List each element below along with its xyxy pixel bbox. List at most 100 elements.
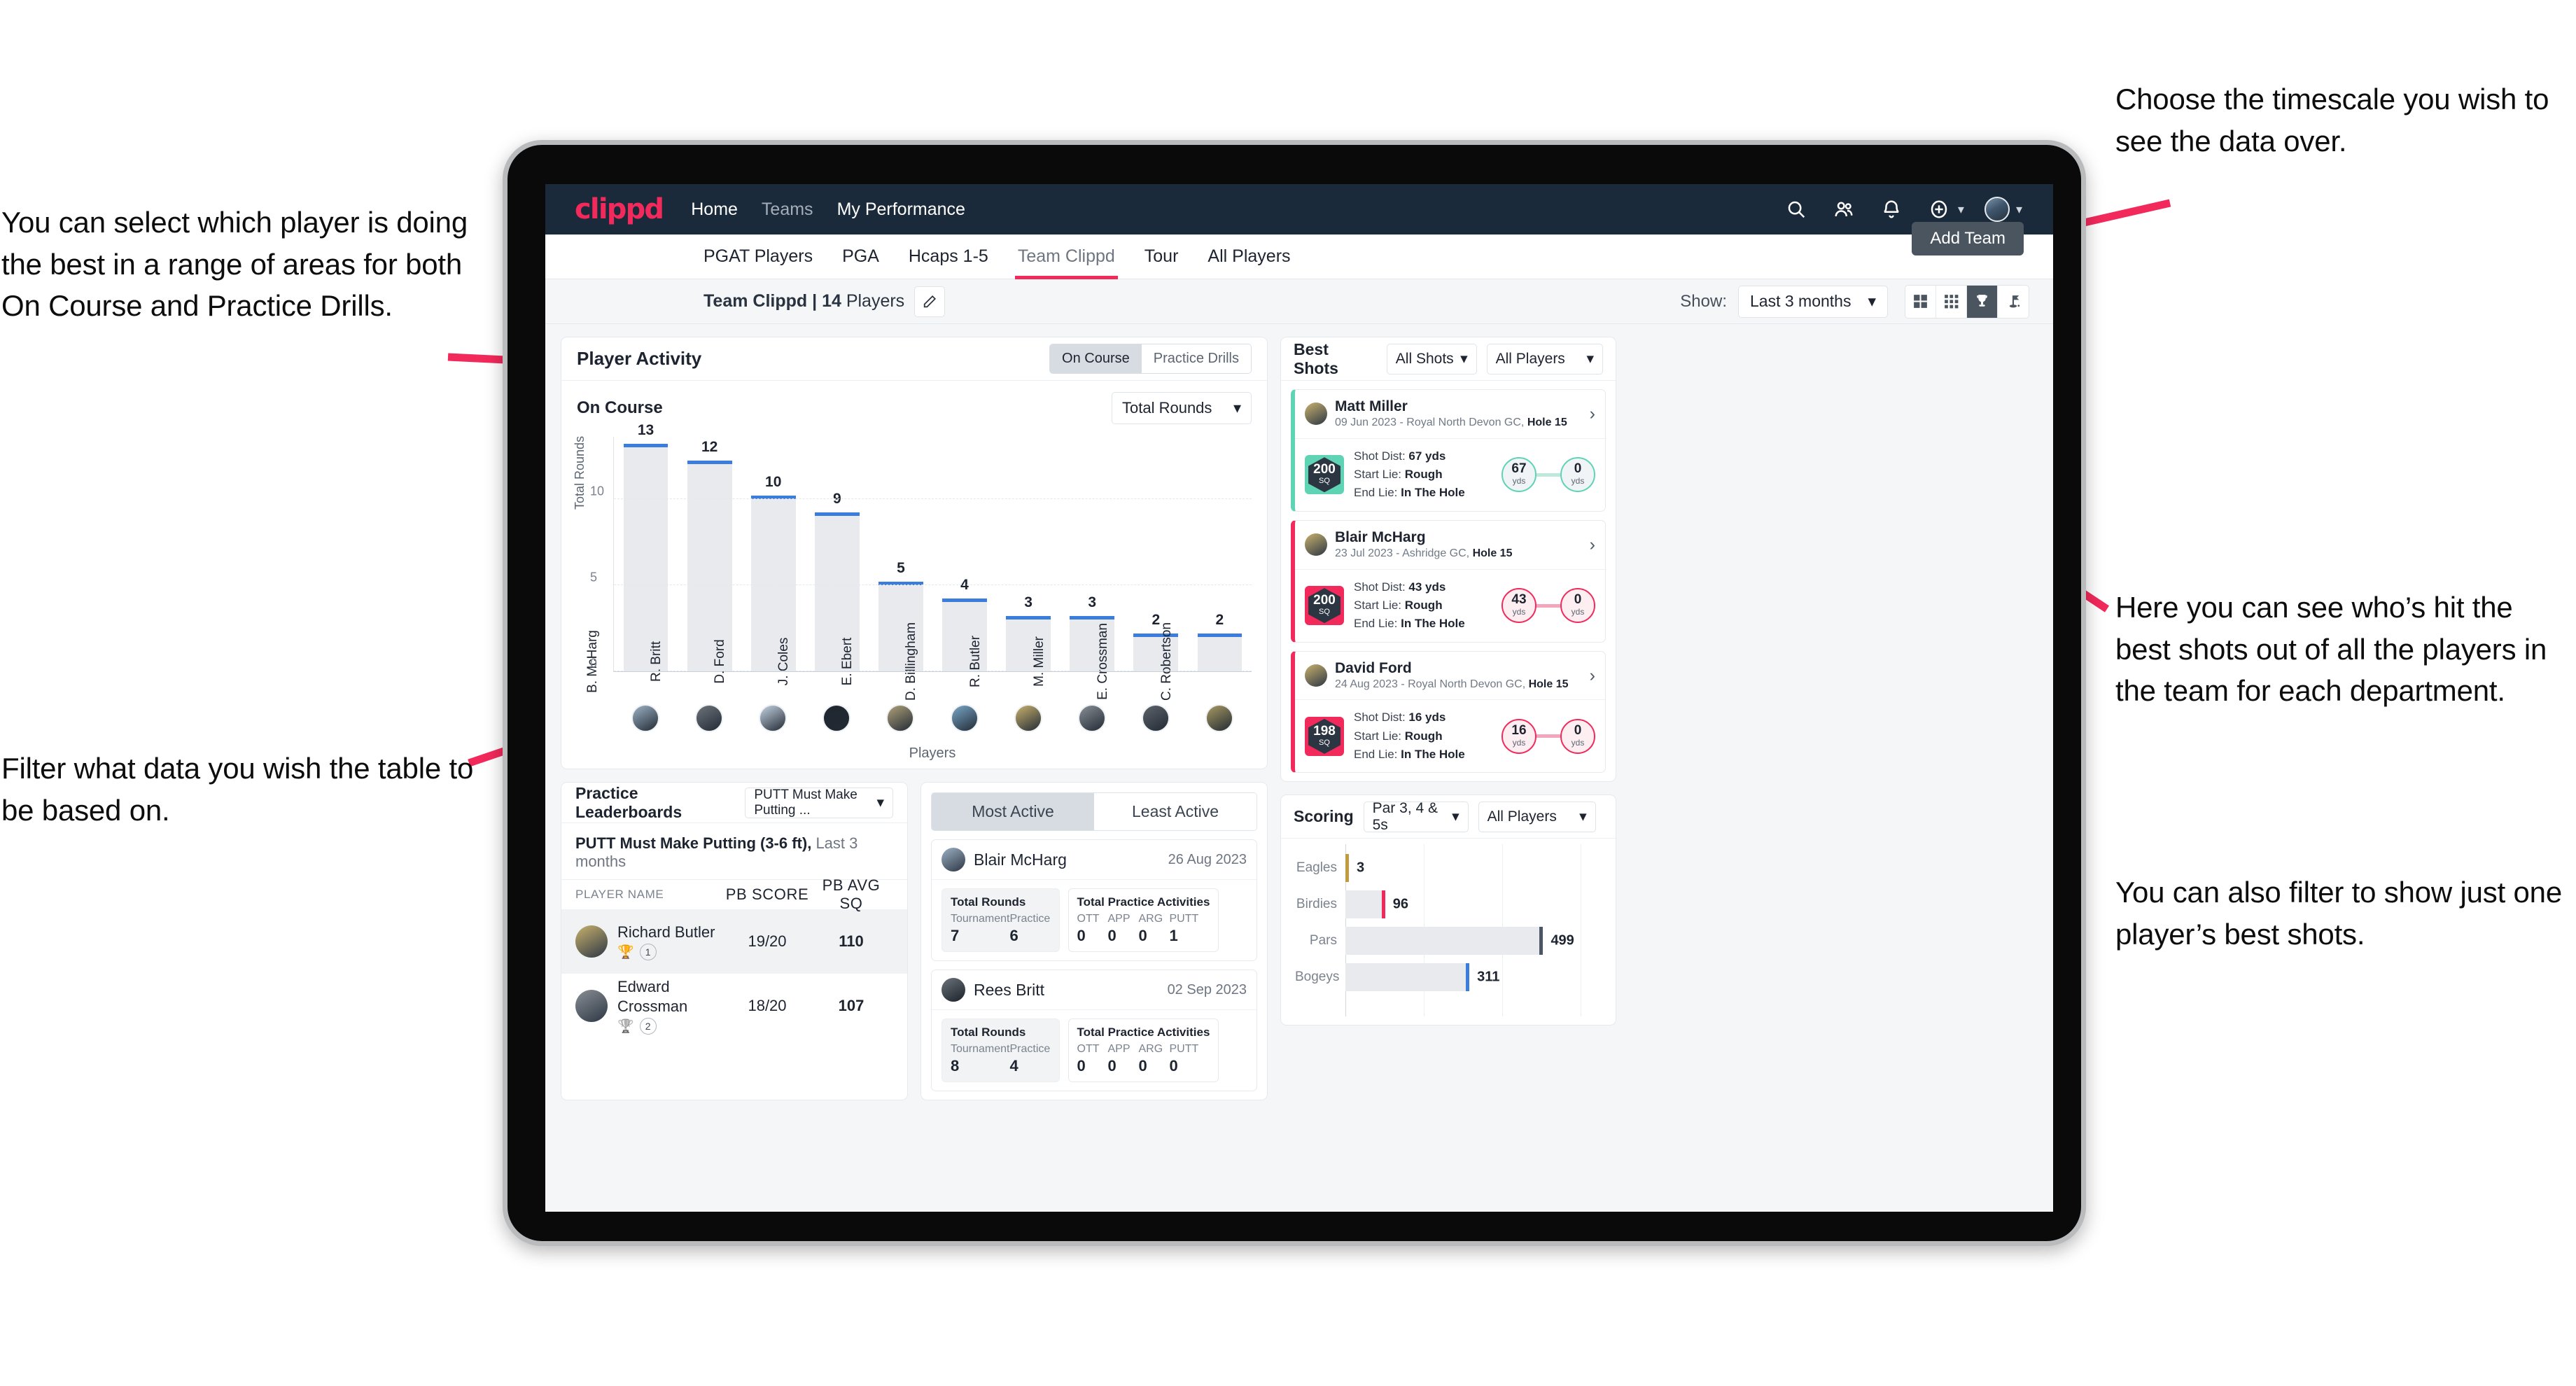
view-grid-large-icon[interactable] (1905, 285, 1936, 318)
chart-x-tick-wrap: C. Robertson (1159, 526, 1185, 701)
list-item[interactable]: David Ford 24 Aug 2023 - Royal North Devo… (1291, 650, 1606, 774)
practice-activities-values: OTT 0 APP 0 (1077, 1043, 1210, 1075)
view-flag-icon[interactable] (1998, 286, 2029, 318)
view-trophy-icon[interactable] (1967, 285, 1998, 318)
view-grid-small-icon[interactable] (1936, 285, 1967, 318)
practice-leaderboards-subtitle: PUTT Must Make Putting (3-6 ft), Last 3 … (561, 823, 907, 880)
table-row[interactable]: Edward Crossman 🏆 2 18/20 107 (561, 974, 907, 1038)
start-lie-value: Rough (1404, 468, 1443, 482)
drill-title: PUTT Must Make Putting (3-6 ft), (575, 834, 812, 852)
chart-avatar-cell[interactable] (613, 704, 677, 732)
tab-pgat-players[interactable]: PGAT Players (704, 234, 813, 279)
start-lie-line: Start Lie: Rough (1354, 596, 1465, 615)
end-lie-line: End Lie: In The Hole (1354, 484, 1465, 502)
shot-card-body: 198 SQ Shot Dist: 16 yds Start Lie: Rough En… (1295, 700, 1605, 772)
edit-pencil-icon[interactable] (914, 286, 946, 317)
putt-stat: PUTT 0 (1170, 1043, 1200, 1075)
leaderboard-player-info: Richard Butler 🏆 1 (617, 923, 715, 961)
chevron-right-icon[interactable]: › (1590, 404, 1595, 424)
players-filter-select[interactable]: All Players ▾ (1486, 343, 1603, 374)
chart-avatar-cell[interactable] (932, 704, 996, 732)
par-filter-select[interactable]: Par 3, 4 & 5s ▾ (1363, 799, 1469, 833)
tab-hcaps-1-5[interactable]: Hcaps 1-5 (909, 234, 988, 279)
tab-most-active[interactable]: Most Active (932, 793, 1094, 830)
tab-tour[interactable]: Tour (1144, 234, 1179, 279)
players-word: Players (841, 291, 905, 311)
chevron-down-icon[interactable]: ▾ (1958, 202, 1964, 217)
shot-card-identity: Matt Miller 09 Jun 2023 - Royal North Dev… (1335, 398, 1567, 430)
shot-score: 200 (1313, 592, 1336, 608)
player-name: Blair McHarg (1335, 528, 1426, 545)
stat-value: 0 (1107, 1057, 1116, 1074)
list-item[interactable]: Matt Miller 09 Jun 2023 - Royal North Dev… (1291, 389, 1606, 512)
chart-x-tick: D. Ford (713, 639, 728, 684)
chart-bar-group[interactable]: C. Robertson 2 (1159, 437, 1252, 701)
list-item[interactable]: Blair McHarg 26 Aug 2023 Total Rounds To… (931, 839, 1257, 961)
lower-left-row: Practice Leaderboards PUTT Must Make Put… (561, 782, 1268, 1100)
nav-link-teams[interactable]: Teams (762, 200, 813, 220)
avatar (575, 925, 608, 958)
practice-leaderboards-title: Practice Leaderboards (575, 783, 682, 821)
par-filter-value: Par 3, 4 & 5s (1372, 799, 1438, 833)
list-item[interactable]: Blair McHarg 23 Jul 2023 - Ashridge GC, H… (1291, 519, 1606, 643)
people-icon[interactable] (1829, 195, 1858, 224)
chart-avatar-cell[interactable] (1060, 704, 1124, 732)
metric-select[interactable]: Total Rounds ▾ (1112, 392, 1252, 424)
tab-all-players[interactable]: All Players (1208, 234, 1290, 279)
scoring-players-filter-select[interactable]: All Players ▾ (1478, 801, 1596, 832)
avatar (631, 704, 659, 732)
stat-value: 8 (951, 1057, 960, 1074)
tab-least-active[interactable]: Least Active (1094, 793, 1256, 830)
list-item[interactable]: Rees Britt 02 Sep 2023 Total Rounds Tour… (931, 969, 1257, 1091)
chart-x-axis-label: Players (909, 746, 956, 761)
chart-avatar-cell[interactable] (677, 704, 741, 732)
shot-date-course: 24 Aug 2023 - Royal North Devon GC, (1335, 678, 1529, 690)
scoring-bar-row[interactable]: Pars 499 (1295, 923, 1602, 959)
tab-team-clippd[interactable]: Team Clippd (1014, 234, 1118, 279)
avatar[interactable] (1982, 195, 2012, 224)
plus-circle-icon[interactable] (1924, 195, 1954, 224)
stat-value: 0 (1077, 927, 1086, 944)
leaderboard-player-info: Edward Crossman 🏆 2 (617, 977, 725, 1035)
clippd-logo[interactable]: clippd (575, 193, 664, 225)
bell-icon[interactable] (1877, 195, 1906, 224)
chevron-right-icon[interactable]: › (1590, 535, 1595, 555)
search-icon[interactable] (1782, 195, 1811, 224)
segment-practice-drills[interactable]: Practice Drills (1141, 344, 1251, 373)
stat-key: OTT (1077, 913, 1100, 925)
shot-score-unit: SQ (1319, 607, 1330, 616)
chart-avatar-cell[interactable] (869, 704, 932, 732)
table-row[interactable]: Richard Butler 🏆 1 19/20 110 (561, 909, 907, 974)
practice-activities-box: Total Practice Activities OTT 0 APP 0 AR… (1068, 1018, 1219, 1082)
chart-avatar-cell[interactable] (1188, 704, 1252, 732)
tab-pga[interactable]: PGA (842, 234, 879, 279)
player-activity-chart: Total Rounds B. McHarg 13 R. Britt 12 D. For… (573, 422, 1252, 761)
nav-link-home[interactable]: Home (691, 200, 738, 220)
timescale-value: Last 3 months (1750, 292, 1851, 310)
chart-avatar-cell[interactable] (805, 704, 869, 732)
start-distance-unit: yds (1512, 476, 1526, 486)
avatar (575, 990, 608, 1022)
scoring-category-label: Birdies (1296, 897, 1337, 912)
chart-x-tick: R. Butler (967, 636, 983, 687)
shots-filter-select[interactable]: All Shots ▾ (1386, 343, 1477, 374)
chart-x-tick-wrap: J. Coles (776, 526, 802, 686)
scoring-bar-row[interactable]: Bogeys 311 (1295, 959, 1602, 995)
chevron-down-icon[interactable]: ▾ (2016, 202, 2022, 217)
scoring-bar-row[interactable]: Birdies 96 (1295, 886, 1602, 923)
stat-key: PUTT (1169, 1043, 1199, 1055)
add-team-tooltip[interactable]: Add Team (1912, 222, 2024, 255)
chevron-right-icon[interactable]: › (1590, 666, 1595, 686)
chart-x-tick-wrap: E. Ebert (840, 526, 866, 686)
column-pb-avg-sq: PB AVG SQ (822, 876, 881, 912)
segment-on-course[interactable]: On Course (1050, 344, 1142, 373)
chart-avatar-cell[interactable] (1124, 704, 1188, 732)
scoring-bar-row[interactable]: Eagles 3 (1295, 850, 1602, 886)
chart-avatar-cell[interactable] (741, 704, 804, 732)
end-distance-circle: 0 yds (1560, 718, 1595, 754)
chart-y-axis-label: Total Rounds (573, 435, 587, 510)
drill-select[interactable]: PUTT Must Make Putting ... ▾ (745, 787, 893, 818)
chart-avatar-cell[interactable] (996, 704, 1060, 732)
timescale-select[interactable]: Last 3 months ▾ (1738, 285, 1888, 318)
nav-link-my-performance[interactable]: My Performance (837, 200, 965, 220)
